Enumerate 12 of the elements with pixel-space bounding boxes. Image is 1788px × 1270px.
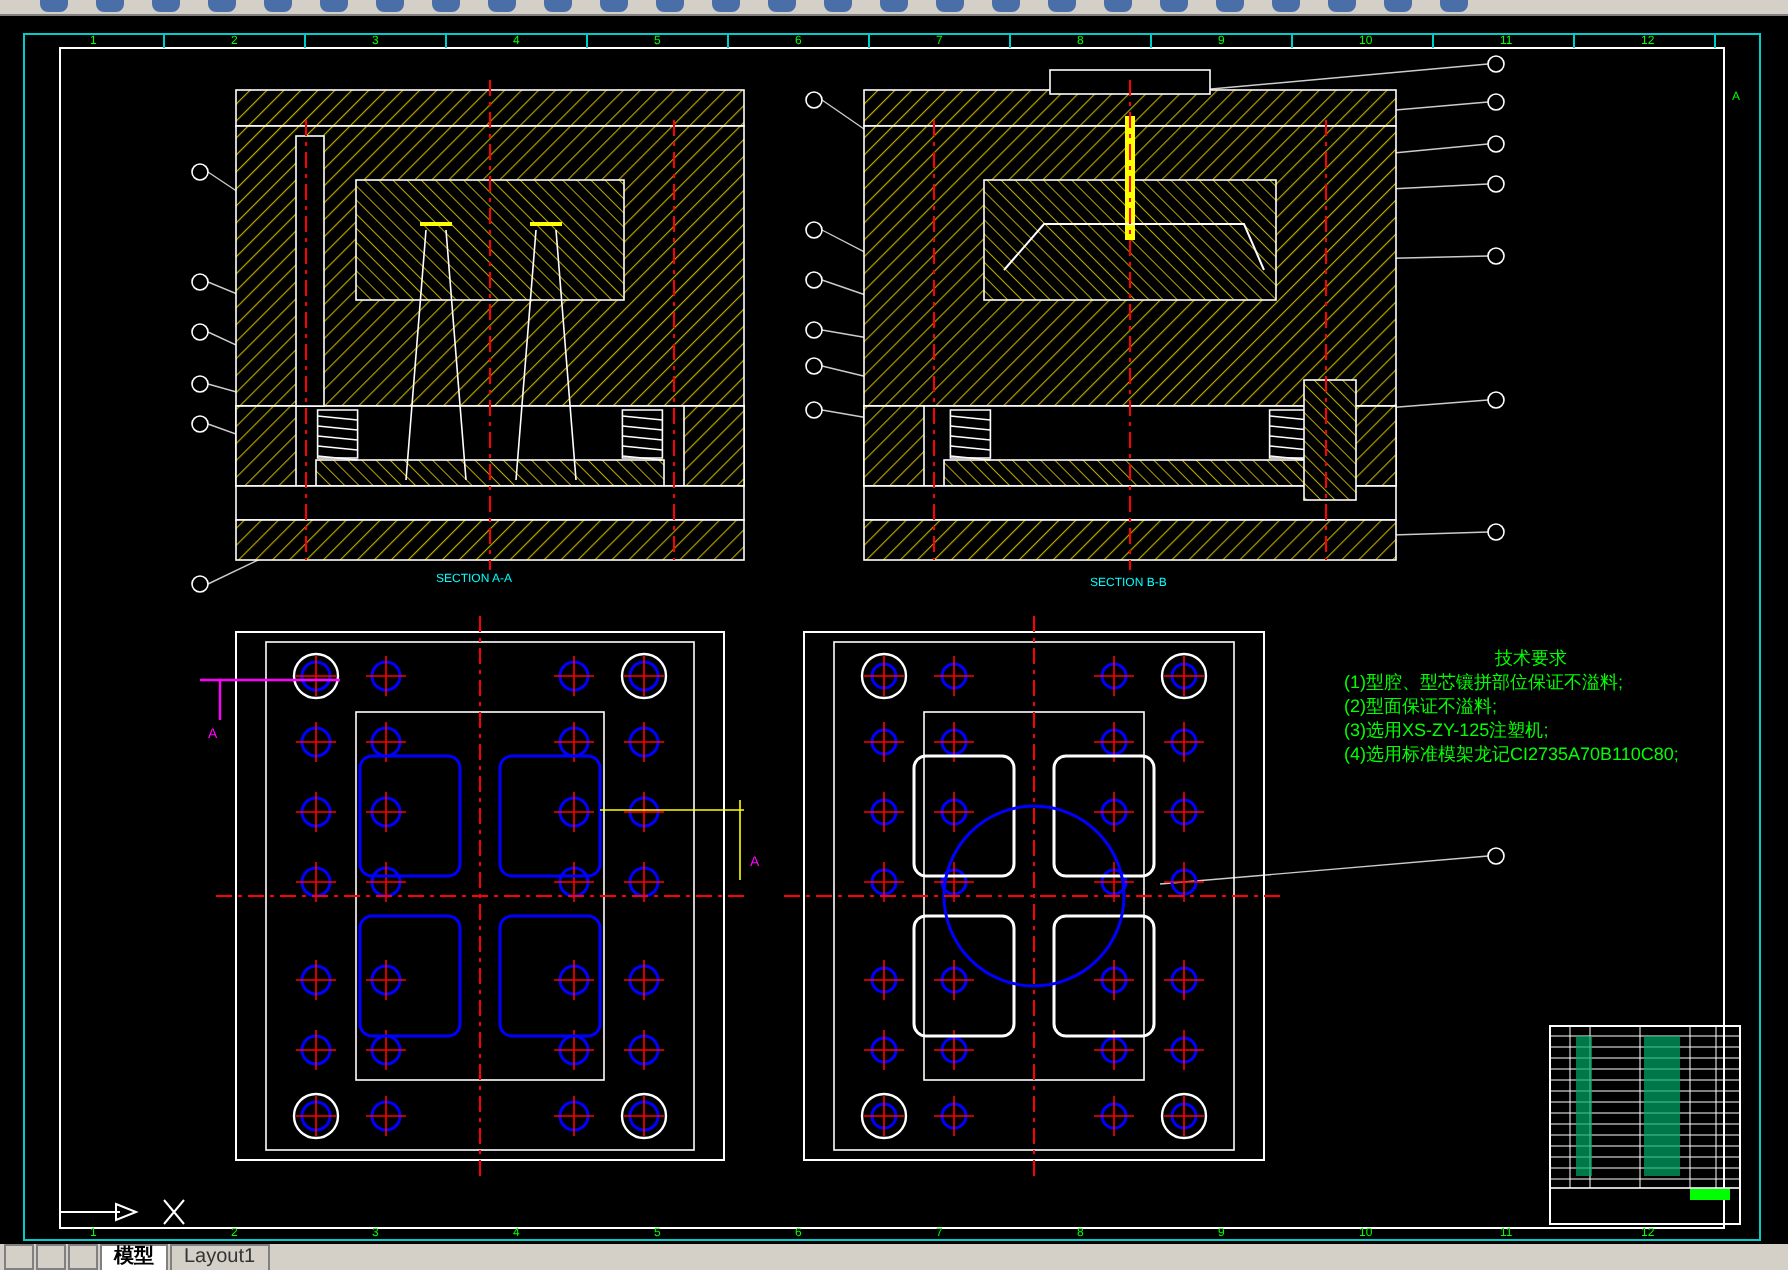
requirement-text: (1)型腔、型芯镶拼部位保证不溢料;	[1344, 672, 1625, 692]
tab-scroll-button[interactable]	[36, 1244, 66, 1270]
layout-tab[interactable]: Layout1	[170, 1244, 270, 1270]
requirement-text: (2)型面保证不溢料;	[1344, 696, 1499, 716]
requirement-text: (3)选用XS-ZY-125注塑机;	[1344, 720, 1551, 740]
section-arrow	[198, 678, 342, 722]
tab-scroll-button[interactable]	[4, 1244, 34, 1270]
requirements-title: 技术要求	[1495, 648, 1568, 668]
tab-scroll-button[interactable]	[68, 1244, 98, 1270]
ucs-icon	[59, 1199, 185, 1225]
layout-tab[interactable]: 模型	[100, 1244, 168, 1270]
requirement-text: (4)选用标准模架龙记CI2735A70B110C80;	[1344, 744, 1679, 764]
